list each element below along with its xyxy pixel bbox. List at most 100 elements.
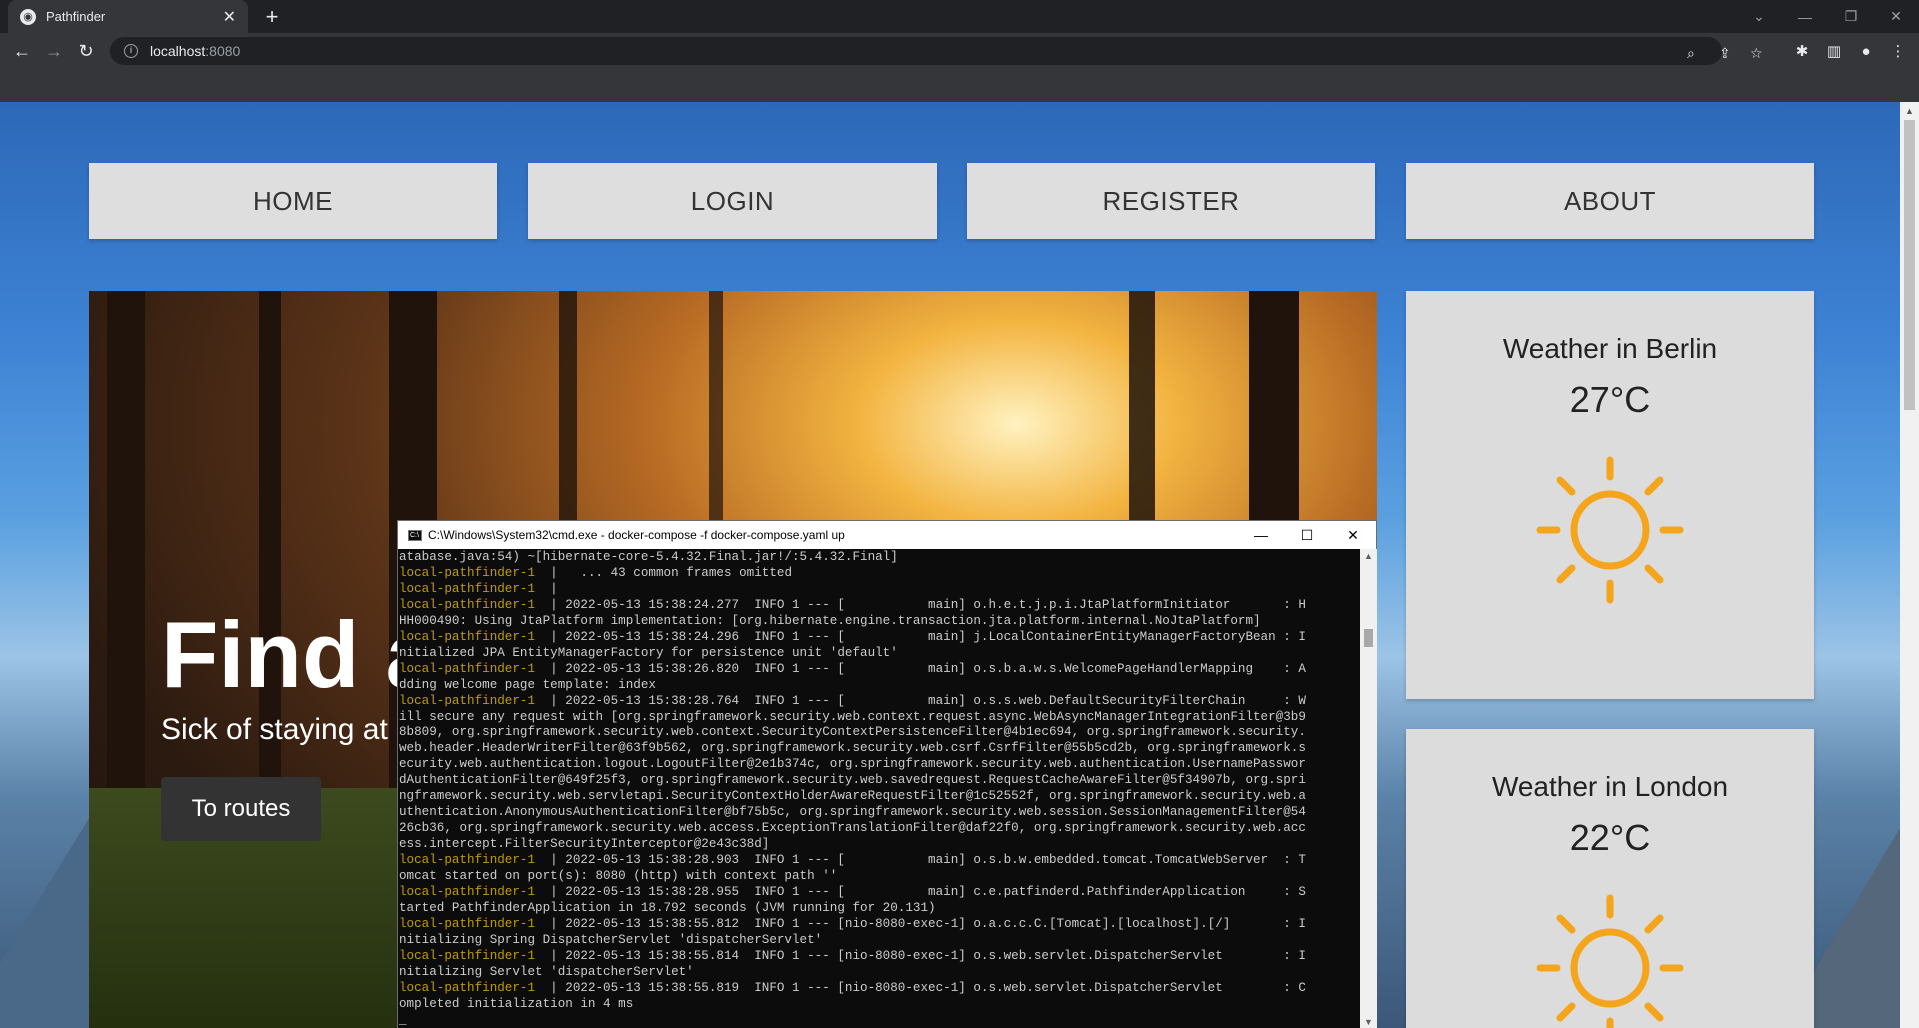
cmd-line-text: nitialized JPA EntityManagerFactory for … bbox=[399, 645, 898, 660]
cmd-line-text: omcat started on port(s): 8080 (http) wi… bbox=[399, 869, 838, 884]
cmd-line: _ bbox=[399, 1013, 1360, 1028]
browser-tab[interactable]: ◉ Pathfinder ✕ bbox=[8, 0, 248, 33]
cmd-line-prefix: local-pathfinder-1 bbox=[399, 661, 551, 676]
weather-card-london: Weather in London 22°C bbox=[1406, 729, 1814, 1028]
cmd-icon: C:\ bbox=[408, 529, 422, 541]
sun-icon bbox=[1536, 894, 1684, 1028]
cmd-line-text: ess.intercept.FilterSecurityInterceptor@… bbox=[399, 837, 770, 852]
nav-home-button[interactable]: HOME bbox=[89, 163, 497, 239]
cmd-line-text: 26cb36, org.springframework.security.web… bbox=[399, 821, 1306, 836]
page-scroll-thumb[interactable] bbox=[1904, 120, 1915, 410]
reload-icon[interactable]: ↻ bbox=[72, 37, 100, 65]
site-info-icon[interactable]: i bbox=[124, 44, 138, 58]
hero-subtitle: Sick of staying at bbox=[161, 713, 388, 746]
cmd-line: local-pathfinder-1 | ... 43 common frame… bbox=[399, 566, 1360, 582]
cmd-line-text: | 2022-05-13 15:38:28.903 INFO 1 --- [ m… bbox=[550, 853, 1306, 868]
cmd-line-text: | bbox=[550, 581, 558, 596]
cmd-line-prefix: local-pathfinder-1 bbox=[399, 948, 551, 963]
scroll-down-icon[interactable]: ▼ bbox=[1364, 1017, 1373, 1027]
cmd-scrollbar[interactable]: ▲ ▼ bbox=[1360, 549, 1377, 1028]
cmd-line-prefix: local-pathfinder-1 bbox=[399, 980, 551, 995]
new-tab-button[interactable]: + bbox=[258, 3, 286, 31]
address-bar[interactable]: i localhost:8080 ⌕ ⇪ ☆ bbox=[110, 37, 1763, 65]
window-minimize-icon[interactable]: — bbox=[1782, 0, 1828, 33]
cmd-line-text: _ bbox=[399, 1012, 407, 1027]
cmd-line: web.header.HeaderWriterFilter@63f9b562, … bbox=[399, 741, 1360, 757]
cmd-line-text: | 2022-05-13 15:38:24.296 INFO 1 --- [ m… bbox=[550, 629, 1306, 644]
cmd-maximize-button[interactable]: ☐ bbox=[1284, 527, 1330, 544]
to-routes-button[interactable]: To routes bbox=[161, 777, 321, 841]
cmd-line-text: uthentication.AnonymousAuthenticationFil… bbox=[399, 805, 1306, 820]
cmd-line: local-pathfinder-1 | 2022-05-13 15:38:26… bbox=[399, 662, 1360, 678]
forward-icon[interactable]: → bbox=[40, 37, 68, 65]
sun-icon bbox=[1536, 456, 1684, 604]
cmd-line: dding welcome page template: index bbox=[399, 678, 1360, 694]
cmd-line: local-pathfinder-1 | 2022-05-13 15:38:28… bbox=[399, 853, 1360, 869]
cmd-line-text: | 2022-05-13 15:38:55.812 INFO 1 --- [ni… bbox=[550, 916, 1306, 931]
cmd-line-text: ill secure any request with [org.springf… bbox=[399, 709, 1306, 724]
cmd-line-text: | 2022-05-13 15:38:28.955 INFO 1 --- [ m… bbox=[550, 885, 1306, 900]
cmd-line-text: nitializing Spring DispatcherServlet 'di… bbox=[399, 932, 823, 947]
cmd-line-text: | 2022-05-13 15:38:24.277 INFO 1 --- [ m… bbox=[550, 597, 1306, 612]
cmd-line-text: HH000490: Using JtaPlatform implementati… bbox=[399, 613, 1261, 628]
cmd-line-text: | 2022-05-13 15:38:26.820 INFO 1 --- [ m… bbox=[550, 661, 1306, 676]
cmd-output[interactable]: atabase.java:54) ~[hibernate-core-5.4.32… bbox=[398, 549, 1360, 1028]
extensions-icon[interactable]: ✱ bbox=[1792, 42, 1812, 62]
cmd-line: nitializing Servlet 'dispatcherServlet' bbox=[399, 965, 1360, 981]
tab-close-icon[interactable]: ✕ bbox=[223, 7, 236, 27]
cmd-line: local-pathfinder-1 | 2022-05-13 15:38:55… bbox=[399, 917, 1360, 933]
cmd-line: local-pathfinder-1 | 2022-05-13 15:38:55… bbox=[399, 949, 1360, 965]
cmd-line-text: | 2022-05-13 15:38:55.814 INFO 1 --- [ni… bbox=[550, 948, 1306, 963]
cmd-close-button[interactable]: ✕ bbox=[1330, 527, 1376, 544]
cmd-line-prefix: local-pathfinder-1 bbox=[399, 597, 551, 612]
page-scrollbar[interactable]: ▲ bbox=[1900, 102, 1919, 1028]
nav-register-button[interactable]: REGISTER bbox=[967, 163, 1375, 239]
cmd-line-text: | ... 43 common frames omitted bbox=[550, 565, 792, 580]
nav-login-button[interactable]: LOGIN bbox=[528, 163, 937, 239]
cmd-line-prefix: local-pathfinder-1 bbox=[399, 853, 551, 868]
cmd-title-bar[interactable]: C:\ C:\Windows\System32\cmd.exe - docker… bbox=[398, 521, 1376, 549]
cmd-line: local-pathfinder-1 | 2022-05-13 15:38:55… bbox=[399, 981, 1360, 997]
globe-icon: ◉ bbox=[20, 8, 36, 25]
cmd-line-text: tarted PathfinderApplication in 18.792 s… bbox=[399, 900, 936, 915]
cmd-line: ecurity.web.authentication.logout.Logout… bbox=[399, 757, 1360, 773]
profile-icon[interactable]: ● bbox=[1856, 42, 1876, 62]
back-icon[interactable]: ← bbox=[8, 37, 36, 65]
cmd-line: nitializing Spring DispatcherServlet 'di… bbox=[399, 933, 1360, 949]
cmd-window[interactable]: C:\ C:\Windows\System32\cmd.exe - docker… bbox=[397, 520, 1377, 1028]
cmd-line-prefix: local-pathfinder-1 bbox=[399, 581, 551, 596]
tab-search-icon[interactable]: ⌄ bbox=[1736, 0, 1782, 33]
cmd-line-text: dAuthenticationFilter@649f25f3, org.spri… bbox=[399, 773, 1306, 788]
cmd-line: 8b809, org.springframework.security.web.… bbox=[399, 725, 1360, 741]
weather-temp: 22°C bbox=[1569, 817, 1651, 858]
sidebar-icon[interactable]: ▥ bbox=[1824, 42, 1844, 62]
cmd-scroll-thumb[interactable] bbox=[1364, 629, 1373, 647]
window-close-icon[interactable]: ✕ bbox=[1873, 0, 1919, 33]
bookmark-bar bbox=[0, 70, 1919, 102]
cmd-line-prefix: local-pathfinder-1 bbox=[399, 629, 551, 644]
window-restore-icon[interactable]: ❐ bbox=[1828, 0, 1874, 33]
cmd-line: ess.intercept.FilterSecurityInterceptor@… bbox=[399, 837, 1360, 853]
share-icon[interactable]: ⇪ bbox=[1719, 45, 1731, 62]
cmd-line-text: ecurity.web.authentication.logout.Logout… bbox=[399, 757, 1306, 772]
cmd-line: ompleted initialization in 4 ms bbox=[399, 997, 1360, 1013]
menu-icon[interactable]: ⋮ bbox=[1888, 42, 1908, 62]
cmd-line-prefix: local-pathfinder-1 bbox=[399, 885, 551, 900]
cmd-line: local-pathfinder-1 | 2022-05-13 15:38:28… bbox=[399, 885, 1360, 901]
bookmark-star-icon[interactable]: ☆ bbox=[1750, 45, 1763, 62]
nav-about-button[interactable]: ABOUT bbox=[1406, 163, 1814, 239]
cmd-line-text: web.header.HeaderWriterFilter@63f9b562, … bbox=[399, 741, 1306, 756]
scroll-up-icon[interactable]: ▲ bbox=[1364, 551, 1373, 561]
weather-card-berlin: Weather in Berlin 27°C bbox=[1406, 291, 1814, 699]
scroll-up-icon[interactable]: ▲ bbox=[1905, 106, 1914, 116]
cmd-line: uthentication.AnonymousAuthenticationFil… bbox=[399, 805, 1360, 821]
cmd-line: local-pathfinder-1 | 2022-05-13 15:38:24… bbox=[399, 630, 1360, 646]
cmd-minimize-button[interactable]: — bbox=[1238, 527, 1284, 544]
zoom-icon[interactable]: ⌕ bbox=[1687, 45, 1695, 62]
cmd-line-prefix: local-pathfinder-1 bbox=[399, 693, 551, 708]
cmd-line-text: dding welcome page template: index bbox=[399, 677, 656, 692]
cmd-line: tarted PathfinderApplication in 18.792 s… bbox=[399, 901, 1360, 917]
cmd-line: atabase.java:54) ~[hibernate-core-5.4.32… bbox=[399, 550, 1360, 566]
url-host: localhost bbox=[150, 43, 206, 59]
cmd-line: local-pathfinder-1 | bbox=[399, 582, 1360, 598]
